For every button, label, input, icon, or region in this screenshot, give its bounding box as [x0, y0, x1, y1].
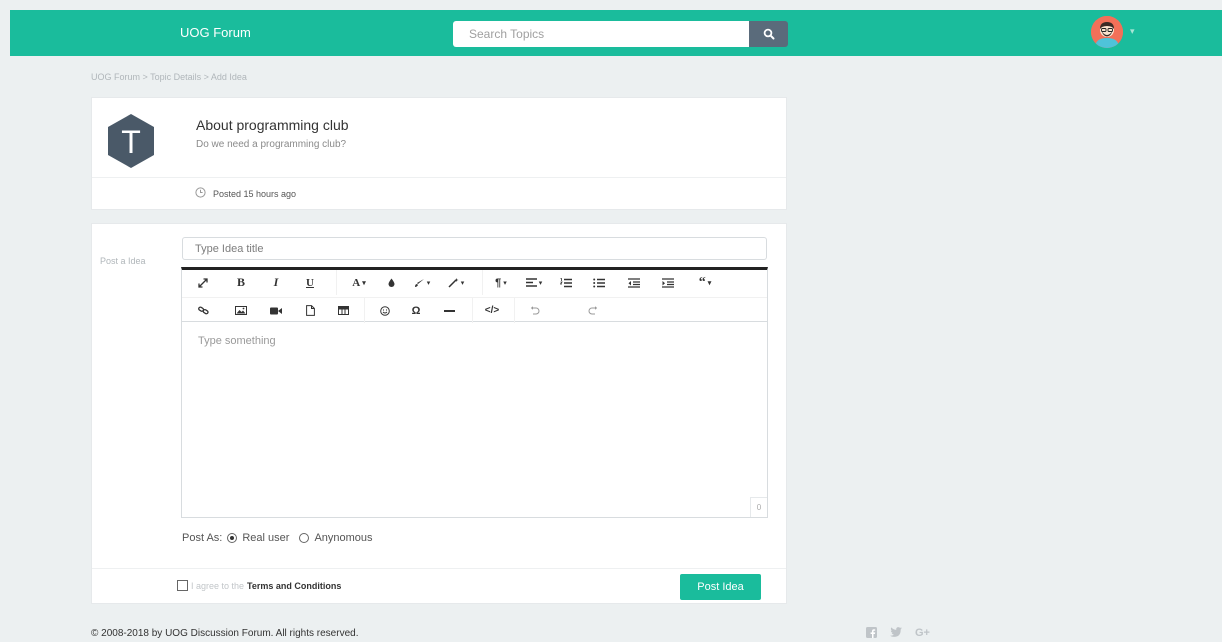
radio-anonymous[interactable]: Anynomous [299, 532, 373, 544]
terms-link[interactable]: Terms and Conditions [247, 581, 341, 591]
radio-selected-icon[interactable] [227, 533, 238, 543]
character-count: 0 [750, 497, 767, 517]
paint-drop-icon[interactable] [382, 270, 400, 295]
code-icon[interactable]: </> [479, 298, 505, 323]
post-as-options: Post As: Real user Anynomous [182, 532, 383, 544]
magic-wand-icon[interactable]: ▾ [442, 270, 470, 295]
omega-icon[interactable]: Ω [406, 298, 426, 323]
undo-icon[interactable] [525, 298, 545, 323]
search-input[interactable] [453, 21, 749, 47]
image-icon[interactable] [230, 298, 252, 323]
topic-avatar-letter: T [121, 124, 141, 160]
post-idea-card: Post a Idea B I U A▾ ▾ ▾ ¶▾ ▾ [91, 223, 787, 604]
align-icon[interactable]: ▾ [520, 270, 548, 295]
post-as-label: Post As: [182, 532, 223, 544]
post-idea-button[interactable]: Post Idea [680, 574, 761, 600]
unordered-list-icon[interactable] [589, 270, 609, 295]
radio-unselected-icon[interactable] [299, 533, 310, 543]
copyright-text: © 2008-2018 by UOG Discussion Forum. All… [91, 628, 359, 639]
twitter-icon[interactable] [890, 627, 902, 641]
terms-agreement: I agree to the Terms and Conditions [177, 580, 341, 591]
terms-checkbox[interactable] [177, 580, 188, 591]
rich-text-editor: B I U A ▾ ▾ ▾ ¶ ▾ ▾ “ ▾ Ω </> Type somet… [181, 267, 768, 518]
underline-icon[interactable]: U [299, 270, 321, 295]
horizontal-rule-icon[interactable] [439, 298, 459, 323]
social-links: G+ [866, 627, 930, 641]
ordered-list-icon[interactable] [556, 270, 576, 295]
topic-card: T About programming club Do we need a pr… [91, 97, 787, 210]
table-icon[interactable] [332, 298, 354, 323]
video-icon[interactable] [265, 298, 287, 323]
paragraph-icon[interactable]: ¶ ▾ [488, 270, 514, 295]
editor-toolbar-row-1: B I U A ▾ ▾ ▾ ¶ ▾ ▾ “ ▾ [182, 270, 767, 296]
file-icon[interactable] [299, 298, 321, 323]
font-color-icon[interactable]: A ▾ [345, 270, 373, 295]
link-icon[interactable] [192, 298, 214, 323]
brush-icon[interactable]: ▾ [408, 270, 436, 295]
quote-icon[interactable]: “▾ [691, 270, 719, 295]
post-idea-label: Post a Idea [100, 256, 146, 266]
avatar-person-icon [1091, 16, 1123, 48]
editor-content-area[interactable]: Type something [182, 323, 767, 518]
clock-icon [195, 187, 206, 198]
radio-real-user-label: Real user [242, 532, 290, 544]
search-icon [763, 28, 774, 40]
emoji-icon[interactable] [375, 298, 395, 323]
radio-anonymous-label: Anynomous [314, 532, 373, 544]
expand-icon[interactable] [192, 270, 214, 295]
google-plus-icon[interactable]: G+ [915, 627, 930, 641]
outdent-icon[interactable] [624, 270, 644, 295]
posted-time: Posted 15 hours ago [213, 189, 297, 199]
indent-icon[interactable] [658, 270, 678, 295]
divider [92, 177, 786, 178]
italic-icon[interactable]: I [265, 270, 287, 295]
idea-title-input[interactable] [182, 237, 767, 260]
divider [92, 568, 786, 569]
top-navbar: UOG Forum ▾ [10, 10, 1222, 56]
facebook-icon[interactable] [866, 627, 877, 641]
bold-icon[interactable]: B [230, 270, 252, 295]
search-button[interactable] [749, 21, 788, 47]
radio-real-user[interactable]: Real user [227, 532, 289, 544]
brand-link[interactable]: UOG Forum [180, 25, 251, 40]
agree-text: I agree to the [191, 580, 245, 591]
topic-avatar-hexagon: T [108, 114, 154, 168]
topic-description: Do we need a programming club? [196, 139, 347, 150]
editor-toolbar-row-2: Ω </> [182, 297, 767, 323]
search-bar [453, 21, 788, 47]
redo-icon[interactable] [583, 298, 603, 323]
breadcrumb: UOG Forum > Topic Details > Add Idea [91, 72, 247, 82]
topic-title[interactable]: About programming club [196, 117, 349, 133]
user-avatar[interactable] [1091, 16, 1123, 48]
chevron-down-icon[interactable]: ▾ [1130, 26, 1135, 37]
